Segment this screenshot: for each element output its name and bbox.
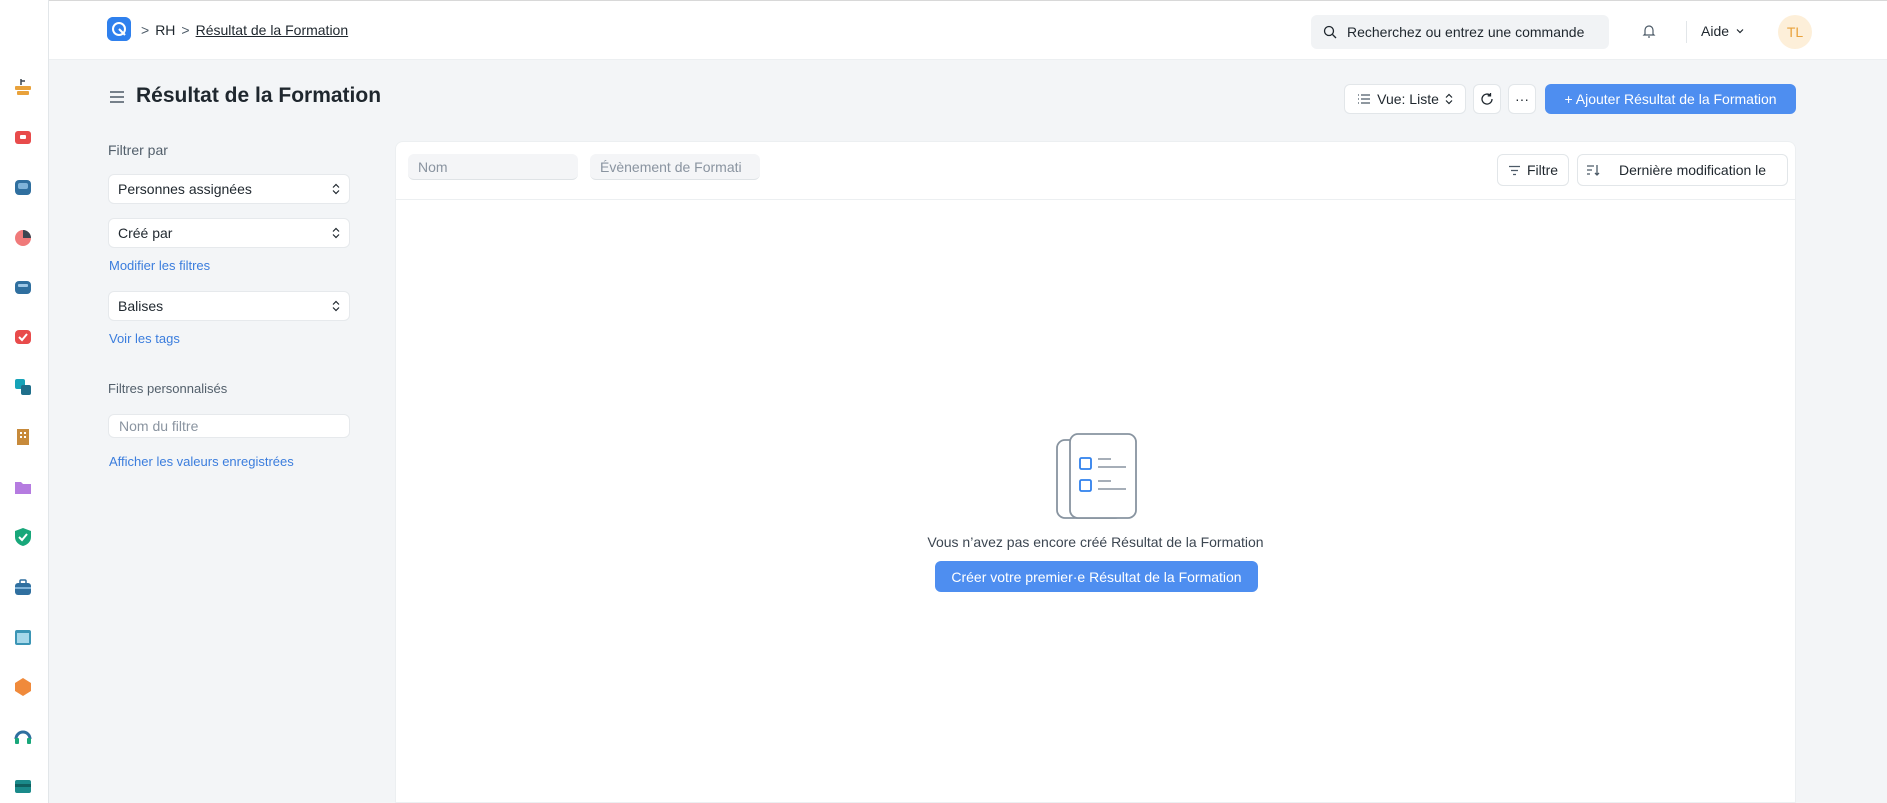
sort-descending-icon [1587,165,1600,176]
search-icon [1323,25,1337,39]
tags-label: Balises [118,298,164,314]
top-navbar: > RH > Résultat de la Formation Recherch… [49,0,1887,60]
chevron-down-icon [1736,29,1744,34]
sort-direction-button[interactable] [1577,154,1609,186]
accounting-icon[interactable] [12,76,34,98]
training-event-filter-input[interactable]: Évènement de Formati [590,154,760,180]
page-title: Résultat de la Formation [136,84,382,107]
navbar-divider [1686,21,1687,43]
notification-bell-icon[interactable] [1641,23,1657,39]
menu-toggle-icon[interactable] [109,90,125,104]
projects-icon[interactable] [12,476,34,498]
list-icon [1358,94,1371,104]
list-panel: Nom Évènement de Formati Filtre Dernière… [395,141,1796,803]
quality-icon[interactable] [12,326,34,348]
breadcrumb-rh[interactable]: RH [155,22,175,38]
filter-label: Filtre [1526,162,1559,178]
list-toolbar: Nom Évènement de Formati Filtre Dernière… [396,142,1795,200]
help-dropdown[interactable]: Aide [1701,23,1745,39]
select-arrows-icon [1445,93,1453,105]
search-input[interactable]: Recherchez ou entrez une commande [1311,15,1609,49]
tools-icon[interactable] [12,676,34,698]
filter-button[interactable]: Filtre [1497,154,1569,186]
app-sidebar [0,0,49,803]
app-logo-icon[interactable] [107,17,131,41]
assets-icon[interactable] [12,276,34,298]
buying-icon[interactable] [12,176,34,198]
filter-by-heading: Filtrer par [108,142,168,158]
support-icon[interactable] [12,526,34,548]
refresh-icon [1481,93,1493,105]
show-tags-link[interactable]: Voir les tags [109,331,180,346]
edit-filters-link[interactable]: Modifier les filtres [109,258,210,273]
building-icon[interactable] [12,426,34,448]
breadcrumb-current[interactable]: Résultat de la Formation [196,22,349,38]
created-by-filter[interactable]: Créé par [108,218,350,248]
breadcrumb: > RH > Résultat de la Formation [141,22,348,38]
sort-by-button[interactable]: Dernière modification le [1608,154,1788,186]
more-actions-label: ··· [1515,91,1529,107]
show-saved-values-link[interactable]: Afficher les valeurs enregistrées [109,454,294,469]
helpdesk-icon[interactable] [12,726,34,748]
empty-state-message: Vous n’avez pas encore créé Résultat de … [927,534,1264,550]
more-actions-button[interactable]: ··· [1508,84,1536,114]
custom-filters-heading: Filtres personnalisés [108,381,228,396]
assigned-to-filter[interactable]: Personnes assignées [108,174,350,204]
breadcrumb-separator: > [181,22,190,38]
filter-icon [1508,165,1520,175]
breadcrumb-separator: > [141,22,150,38]
assigned-to-label: Personnes assignées [118,181,252,197]
manufacturing-icon[interactable] [12,376,34,398]
empty-list-illustration-icon [1056,433,1137,519]
created-by-label: Créé par [118,225,173,241]
select-arrows-icon [332,183,340,195]
hr-icon[interactable] [12,576,34,598]
create-first-record-button[interactable]: Créer votre premier·e Résultat de la For… [935,561,1258,592]
select-arrows-icon [332,227,340,239]
refresh-button[interactable] [1473,84,1501,114]
view-switcher-button[interactable]: Vue: Liste [1344,84,1466,114]
search-text: Recherchez ou entrez une commande [1347,24,1585,40]
tags-filter[interactable]: Balises [108,291,350,321]
help-label: Aide [1701,23,1730,39]
payroll-icon[interactable] [12,776,34,798]
selling-icon[interactable] [12,126,34,148]
name-filter-input[interactable]: Nom [408,154,578,180]
view-switcher-label: Vue: Liste [1377,91,1439,107]
filter-name-input[interactable]: Nom du filtre [108,414,350,438]
add-training-result-button[interactable]: + Ajouter Résultat de la Formation [1545,84,1796,114]
analytics-icon[interactable] [12,226,34,248]
avatar[interactable]: TL [1778,15,1812,49]
select-arrows-icon [332,300,340,312]
website-icon[interactable] [12,626,34,648]
